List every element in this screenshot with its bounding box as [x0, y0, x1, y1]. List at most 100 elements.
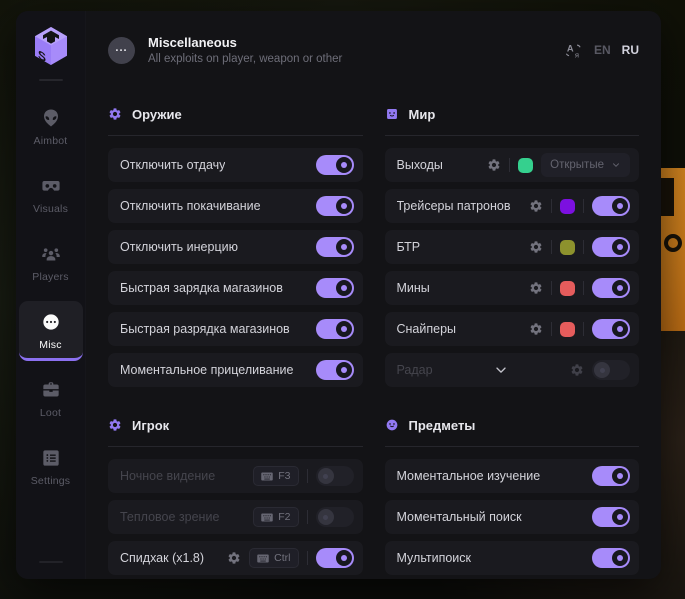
- toggle-knob: [318, 509, 334, 525]
- sidebar-item-aimbot[interactable]: Aimbot: [19, 97, 83, 157]
- gear-icon[interactable]: [529, 240, 543, 254]
- sidebar-item-players[interactable]: Players: [19, 233, 83, 293]
- feature-label: Моментальный поиск: [397, 510, 522, 524]
- feature-row[interactable]: Тепловое зрение F2: [108, 500, 363, 534]
- toggle[interactable]: [592, 548, 630, 568]
- section-items: Предметы Моментальное изучение Моменталь…: [385, 410, 640, 579]
- toggle[interactable]: [592, 507, 630, 527]
- world-icon: [385, 107, 399, 121]
- sidebar-item-label: Visuals: [33, 203, 68, 215]
- control-divider: [583, 240, 584, 254]
- gear-icon[interactable]: [529, 322, 543, 336]
- gear-icon[interactable]: [529, 199, 543, 213]
- toggle[interactable]: [316, 360, 354, 380]
- toggle[interactable]: [592, 319, 630, 339]
- keyboard-icon: [261, 472, 273, 481]
- alien-icon: [41, 108, 61, 128]
- section-header: Игрок: [108, 410, 363, 440]
- color-swatch[interactable]: [560, 281, 575, 296]
- gear-icon[interactable]: [487, 158, 501, 172]
- control-divider: [551, 240, 552, 254]
- section-divider: [108, 446, 363, 447]
- section-weapon: Оружие Отключить отдачу Отключить покачи…: [108, 99, 363, 394]
- color-swatch[interactable]: [560, 199, 575, 214]
- feature-row[interactable]: Выходы Открытые: [385, 148, 640, 182]
- feature-row[interactable]: Моментальное изучение: [385, 459, 640, 493]
- toggle[interactable]: [592, 278, 630, 298]
- gear-icon[interactable]: [529, 281, 543, 295]
- feature-label: Быстрая зарядка магазинов: [120, 281, 283, 295]
- toggle[interactable]: [316, 319, 354, 339]
- feature-row[interactable]: Отключить покачивание: [108, 189, 363, 223]
- toggle[interactable]: [592, 237, 630, 257]
- feature-row[interactable]: Ночное видение F3: [108, 459, 363, 493]
- language-option-ru[interactable]: RU: [622, 43, 639, 57]
- toggle-knob: [612, 550, 628, 566]
- toggle[interactable]: [316, 278, 354, 298]
- keybind-badge[interactable]: Ctrl: [249, 548, 298, 568]
- feature-row[interactable]: Спидхак (x1.8) Ctrl: [108, 541, 363, 575]
- feature-label: Моментальное изучение: [397, 469, 541, 483]
- feature-row[interactable]: Отключить инерцию: [108, 230, 363, 264]
- sidebar-item-loot[interactable]: Loot: [19, 369, 83, 429]
- gear-icon[interactable]: [570, 363, 584, 377]
- toggle[interactable]: [316, 507, 354, 527]
- toggle[interactable]: [316, 155, 354, 175]
- toggle-knob: [336, 239, 352, 255]
- feature-row[interactable]: Снайперы: [385, 312, 640, 346]
- section-player: Игрок Ночное видение F3 Теплово: [108, 410, 363, 579]
- toggle[interactable]: [316, 548, 354, 568]
- sidebar-item-misc[interactable]: Misc: [19, 301, 83, 361]
- toggle[interactable]: [592, 466, 630, 486]
- toggle[interactable]: [592, 360, 630, 380]
- players-icon: [41, 244, 61, 264]
- sidebar-divider: [39, 561, 63, 563]
- feature-row-radar[interactable]: Радар: [385, 353, 640, 387]
- sign-letter-shape: [664, 234, 682, 252]
- keybind-value: F3: [278, 470, 290, 482]
- feature-row[interactable]: Отключить отдачу: [108, 148, 363, 182]
- sidebar-item-label: Loot: [40, 407, 61, 419]
- sidebar-item-label: Settings: [31, 475, 71, 487]
- page-subtitle: All exploits on player, weapon or other: [148, 53, 342, 65]
- control-divider: [307, 551, 308, 565]
- sidebar-item-settings[interactable]: Settings: [19, 437, 83, 497]
- gear-icon: [108, 107, 122, 121]
- exits-dropdown[interactable]: Открытые: [541, 153, 630, 177]
- feature-row[interactable]: Быстрая зарядка магазинов: [108, 271, 363, 305]
- toggle[interactable]: [592, 196, 630, 216]
- section-world: Мир Выходы Открытые: [385, 99, 640, 394]
- keybind-badge[interactable]: F3: [253, 466, 298, 486]
- feature-row[interactable]: Быстрая разрядка магазинов: [108, 312, 363, 346]
- color-swatch[interactable]: [560, 322, 575, 337]
- sidebar-divider: [39, 79, 63, 81]
- translate-icon: A я: [566, 42, 583, 59]
- gear-icon[interactable]: [227, 551, 241, 565]
- feature-row[interactable]: Мультипоиск: [385, 541, 640, 575]
- toggle[interactable]: [316, 237, 354, 257]
- feature-row[interactable]: Мины: [385, 271, 640, 305]
- chevron-down-icon[interactable]: [493, 362, 509, 378]
- sign-letter-shape: [659, 178, 674, 216]
- sidebar-item-visuals[interactable]: Visuals: [19, 165, 83, 225]
- color-swatch[interactable]: [560, 240, 575, 255]
- keybind-value: Ctrl: [274, 552, 290, 564]
- feature-row[interactable]: Трейсеры патронов: [385, 189, 640, 223]
- language-option-en[interactable]: EN: [594, 43, 611, 57]
- feature-label: БТР: [397, 240, 421, 254]
- feature-row[interactable]: Моментальное прицеливание: [108, 353, 363, 387]
- chevron-down-icon: [611, 160, 621, 170]
- toggle-knob: [318, 468, 334, 484]
- section-title: Мир: [409, 107, 436, 122]
- toggle[interactable]: [316, 466, 354, 486]
- feature-row[interactable]: БТР: [385, 230, 640, 264]
- feature-label: Мультипоиск: [397, 551, 472, 565]
- page-header: ... Miscellaneous All exploits on player…: [86, 11, 661, 89]
- feature-row[interactable]: Моментальный поиск: [385, 500, 640, 534]
- gear-icon: [108, 418, 122, 432]
- color-swatch[interactable]: [518, 158, 533, 173]
- toggle-knob: [612, 509, 628, 525]
- keybind-badge[interactable]: F2: [253, 507, 298, 527]
- toggle[interactable]: [316, 196, 354, 216]
- toggle-knob: [336, 362, 352, 378]
